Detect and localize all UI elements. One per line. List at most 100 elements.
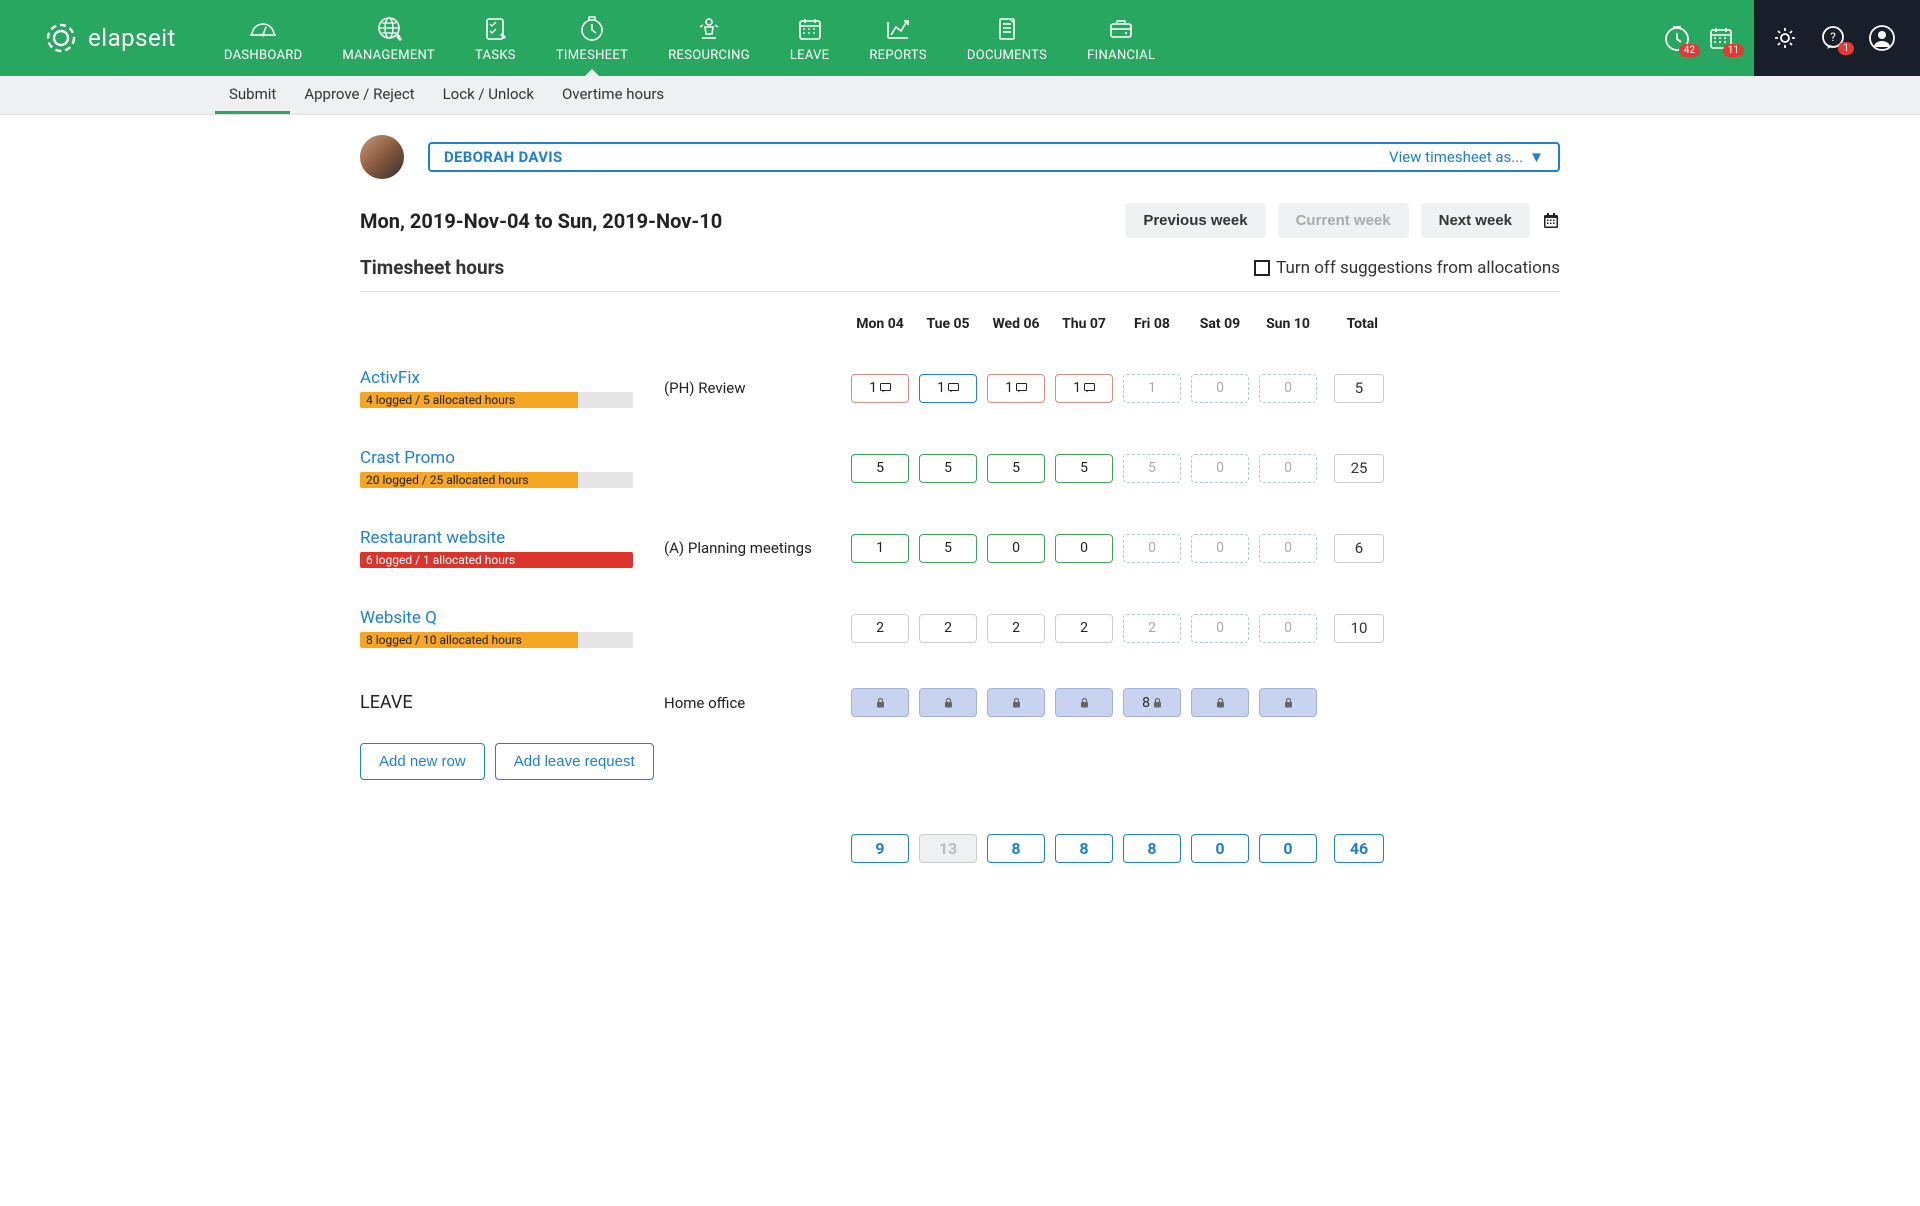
hour-value: 5 xyxy=(876,460,884,476)
nav-financial[interactable]: FINANCIAL xyxy=(1067,0,1175,76)
hour-cell[interactable]: 2 xyxy=(987,614,1045,643)
add-row-button[interactable]: Add new row xyxy=(360,743,485,780)
svg-text:?: ? xyxy=(1830,30,1836,44)
help-chat-icon[interactable]: ? 1 xyxy=(1820,25,1846,51)
logo-icon xyxy=(44,21,78,55)
hour-cell[interactable]: 0 xyxy=(1259,534,1317,563)
hour-cell[interactable]: 1 xyxy=(851,534,909,563)
leave-cell xyxy=(1055,688,1113,717)
nav-icon xyxy=(883,14,913,44)
hour-cell[interactable]: 0 xyxy=(1055,534,1113,563)
nav-timesheet[interactable]: TIMESHEET xyxy=(536,0,648,76)
hour-value: 2 xyxy=(1148,620,1156,636)
calendar-icon[interactable] xyxy=(1542,212,1560,230)
nav-leave[interactable]: LEAVE xyxy=(770,0,849,76)
day-total: 0 xyxy=(1191,834,1249,863)
hour-value: 0 xyxy=(1284,460,1292,476)
hour-cell[interactable]: 1 xyxy=(1055,374,1113,403)
current-week-button[interactable]: Current week xyxy=(1278,203,1409,238)
project-link[interactable]: ActivFix xyxy=(360,368,660,388)
profile-icon[interactable] xyxy=(1868,24,1896,52)
hour-value: 0 xyxy=(1012,540,1020,556)
row-total: 5 xyxy=(1334,374,1384,403)
suggestion-toggle[interactable]: Turn off suggestions from allocations xyxy=(1254,258,1560,278)
subnav-overtime-hours[interactable]: Overtime hours xyxy=(548,76,678,114)
nav-label: DOCUMENTS xyxy=(967,48,1047,63)
hour-cell[interactable]: 0 xyxy=(1259,374,1317,403)
nav-documents[interactable]: DOCUMENTS xyxy=(947,0,1067,76)
hour-cell[interactable]: 5 xyxy=(919,454,977,483)
hour-cell[interactable]: 1 xyxy=(919,374,977,403)
hour-cell[interactable]: 5 xyxy=(987,454,1045,483)
subnav-lock-unlock[interactable]: Lock / Unlock xyxy=(429,76,548,114)
nav-tasks[interactable]: TASKS xyxy=(455,0,536,76)
project-link[interactable]: Crast Promo xyxy=(360,448,660,468)
hour-cell[interactable]: 1 xyxy=(1123,374,1181,403)
allocation-bar: 4 logged / 5 allocated hours xyxy=(360,392,633,408)
comment-icon xyxy=(880,383,891,393)
gear-icon[interactable] xyxy=(1772,25,1798,51)
hour-value: 0 xyxy=(1080,540,1088,556)
hour-cell[interactable]: 1 xyxy=(851,374,909,403)
nav-reports[interactable]: REPORTS xyxy=(849,0,947,76)
hour-cell[interactable]: 0 xyxy=(1191,534,1249,563)
hour-cell[interactable]: 5 xyxy=(919,534,977,563)
nav-dashboard[interactable]: DASHBOARD xyxy=(204,0,323,76)
user-row: DEBORAH DAVIS View timesheet as... ▼ xyxy=(360,135,1560,179)
subnav-submit[interactable]: Submit xyxy=(215,76,290,114)
leave-cell xyxy=(851,688,909,717)
project-link[interactable]: Restaurant website xyxy=(360,528,660,548)
nav-resourcing[interactable]: RESOURCING xyxy=(648,0,770,76)
project-link[interactable]: Website Q xyxy=(360,608,660,628)
nav-label: TIMESHEET xyxy=(556,48,628,63)
hour-value: 0 xyxy=(1216,620,1224,636)
hour-cell[interactable]: 0 xyxy=(1191,374,1249,403)
comment-icon xyxy=(1016,383,1027,393)
suggestion-label: Turn off suggestions from allocations xyxy=(1276,258,1560,278)
hour-cell[interactable]: 0 xyxy=(1191,454,1249,483)
allocation-bar: 6 logged / 1 allocated hours xyxy=(360,552,633,568)
hour-cell[interactable]: 0 xyxy=(1259,614,1317,643)
nav-management[interactable]: MANAGEMENT xyxy=(322,0,455,76)
next-week-button[interactable]: Next week xyxy=(1421,203,1530,238)
previous-week-button[interactable]: Previous week xyxy=(1125,203,1265,238)
day-total: 9 xyxy=(851,834,909,863)
calendar-notif-icon[interactable]: 11 xyxy=(1706,23,1736,53)
hour-cell[interactable]: 2 xyxy=(919,614,977,643)
hour-cell[interactable]: 5 xyxy=(1055,454,1113,483)
hour-cell[interactable]: 5 xyxy=(1123,454,1181,483)
timesheet-row: Website Q8 logged / 10 allocated hours22… xyxy=(360,588,1560,668)
hour-cell[interactable]: 2 xyxy=(1055,614,1113,643)
day-header: Tue 05 xyxy=(926,316,969,332)
hour-cell[interactable]: 0 xyxy=(1123,534,1181,563)
row-total: 6 xyxy=(1334,534,1384,563)
day-header: Thu 07 xyxy=(1062,316,1106,332)
hour-cell[interactable]: 2 xyxy=(851,614,909,643)
logo[interactable]: elapseit xyxy=(0,0,204,76)
hour-value: 5 xyxy=(944,460,952,476)
leave-cell xyxy=(987,688,1045,717)
section-title: Timesheet hours xyxy=(360,256,504,279)
timer-icon[interactable]: 42 xyxy=(1662,23,1692,53)
hour-cell[interactable]: 2 xyxy=(1123,614,1181,643)
allocation-bar: 20 logged / 25 allocated hours xyxy=(360,472,633,488)
hour-value: 2 xyxy=(876,620,884,636)
hour-value: 1 xyxy=(1148,380,1156,396)
nav-label: LEAVE xyxy=(790,48,829,63)
leave-value: 8 xyxy=(1142,695,1150,711)
lock-icon xyxy=(1012,698,1021,708)
hour-value: 2 xyxy=(1080,620,1088,636)
view-as-dropdown[interactable]: View timesheet as... ▼ xyxy=(1389,148,1544,166)
subnav-approve-reject[interactable]: Approve / Reject xyxy=(290,76,428,114)
hour-cell[interactable]: 1 xyxy=(987,374,1045,403)
row-total: 25 xyxy=(1334,454,1384,483)
hour-cell[interactable]: 0 xyxy=(987,534,1045,563)
notif-block: 42 11 xyxy=(1644,0,1754,76)
hour-cell[interactable]: 0 xyxy=(1191,614,1249,643)
hour-cell[interactable]: 0 xyxy=(1259,454,1317,483)
avatar[interactable] xyxy=(360,135,404,179)
nav-label: DASHBOARD xyxy=(224,48,303,63)
hour-value: 5 xyxy=(1012,460,1020,476)
hour-cell[interactable]: 5 xyxy=(851,454,909,483)
add-leave-button[interactable]: Add leave request xyxy=(495,743,654,780)
